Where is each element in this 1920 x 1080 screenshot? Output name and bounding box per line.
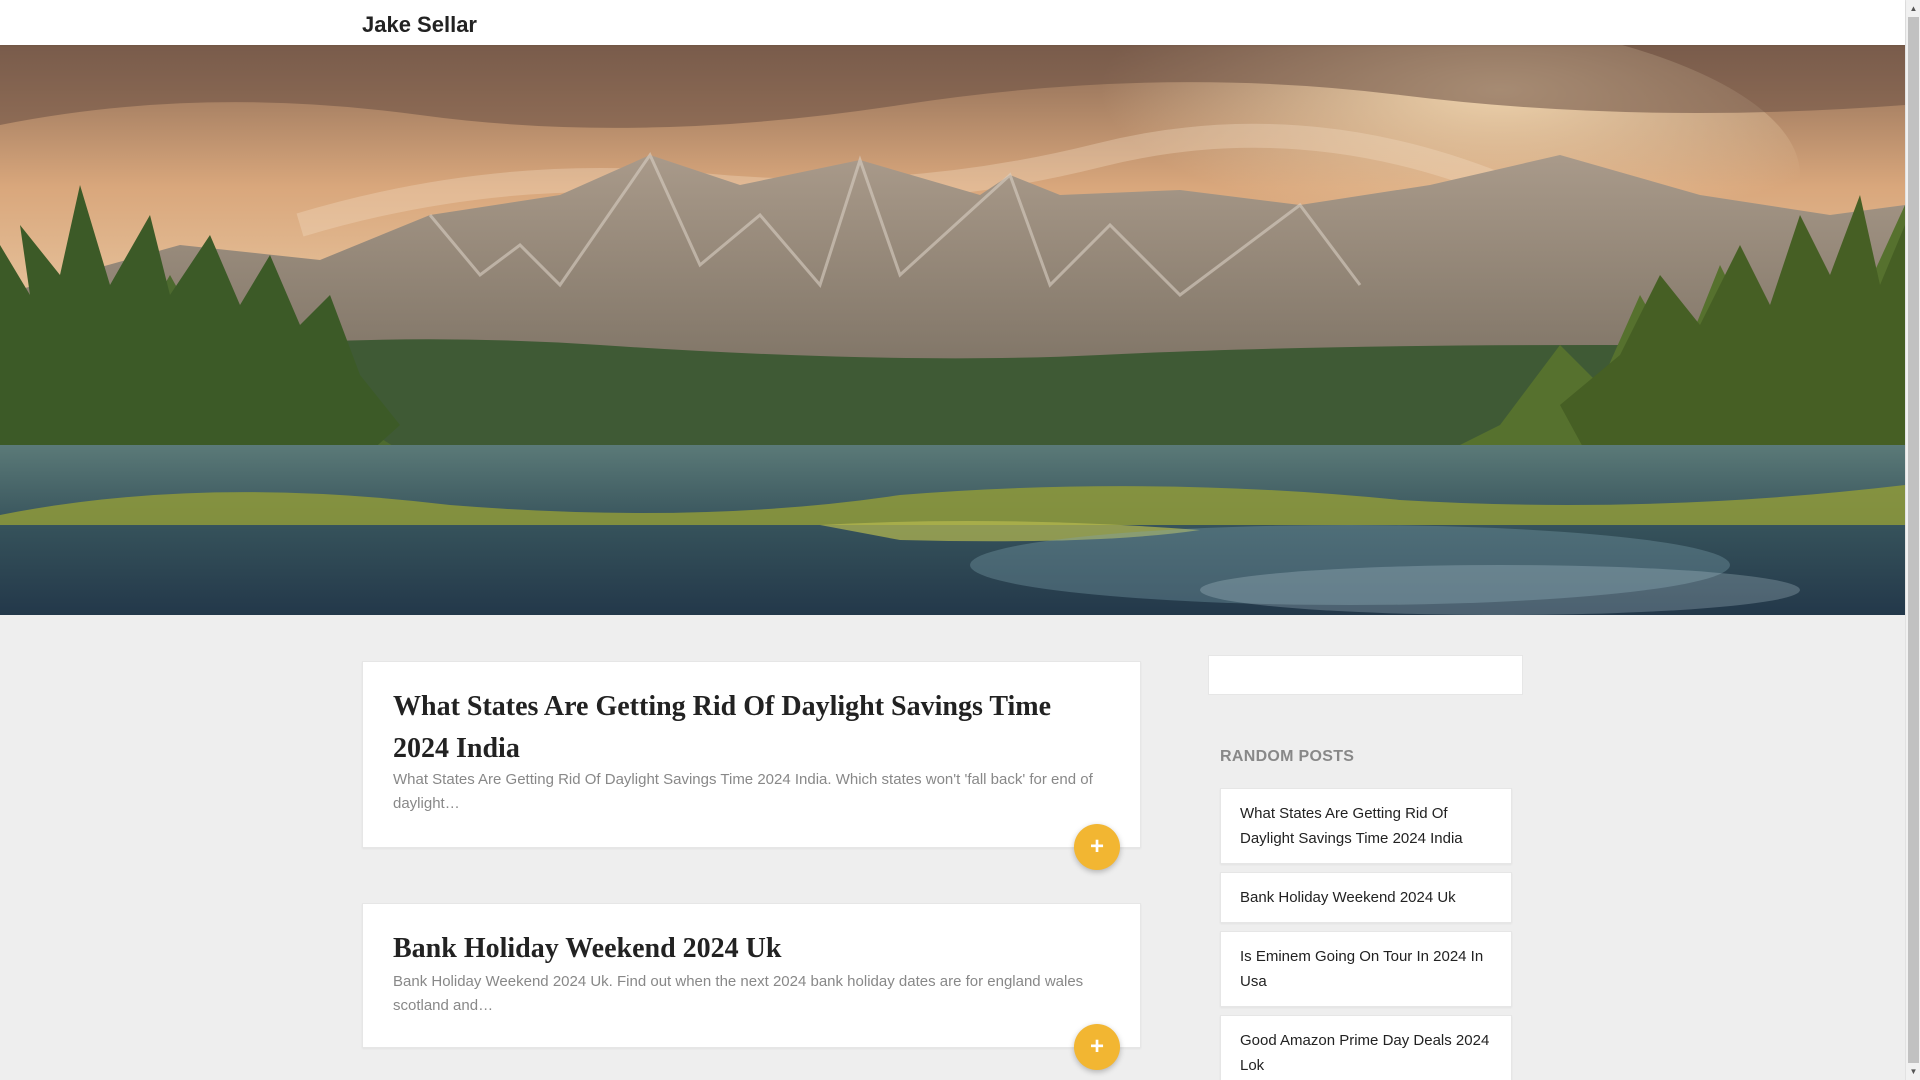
site-header: Jake Sellar (0, 0, 1905, 45)
post-excerpt: What States Are Getting Rid Of Daylight … (393, 771, 1093, 812)
random-post-link[interactable]: Bank Holiday Weekend 2024 Uk (1220, 872, 1512, 923)
landscape-illustration (0, 45, 1905, 615)
page-scrollbar[interactable]: ▲ ▼ (1905, 0, 1920, 1080)
site-title-link[interactable]: Jake Sellar (362, 12, 477, 38)
post-card: Bank Holiday Weekend 2024 Uk Bank Holida… (362, 903, 1141, 1070)
search-widget (1208, 655, 1523, 695)
scrollbar-thumb[interactable] (1908, 17, 1919, 1063)
random-post-link[interactable]: Is Eminem Going On Tour In 2024 In Usa (1220, 931, 1512, 1007)
random-posts-heading: RANDOM POSTS (1220, 748, 1355, 765)
post-title-link[interactable]: Bank Holiday Weekend 2024 Uk (393, 928, 1093, 970)
read-more-button[interactable]: + (1074, 824, 1120, 870)
header-landscape-image (0, 45, 1905, 615)
random-post-link[interactable]: What States Are Getting Rid Of Daylight … (1220, 788, 1512, 864)
search-input[interactable] (1209, 656, 1522, 694)
plus-icon: + (1089, 1033, 1104, 1060)
plus-icon: + (1089, 833, 1104, 860)
read-more-button[interactable]: + (1074, 1024, 1120, 1070)
triangle-up-icon[interactable]: ▲ (1906, 0, 1920, 17)
post-excerpt: Bank Holiday Weekend 2024 Uk. Find out w… (393, 973, 1084, 1014)
triangle-down-icon[interactable]: ▼ (1906, 1063, 1920, 1080)
post-card: What States Are Getting Rid Of Daylight … (362, 661, 1141, 870)
post-title-link[interactable]: What States Are Getting Rid Of Daylight … (393, 686, 1093, 770)
random-post-link[interactable]: Good Amazon Prime Day Deals 2024 Lok (1220, 1015, 1512, 1080)
